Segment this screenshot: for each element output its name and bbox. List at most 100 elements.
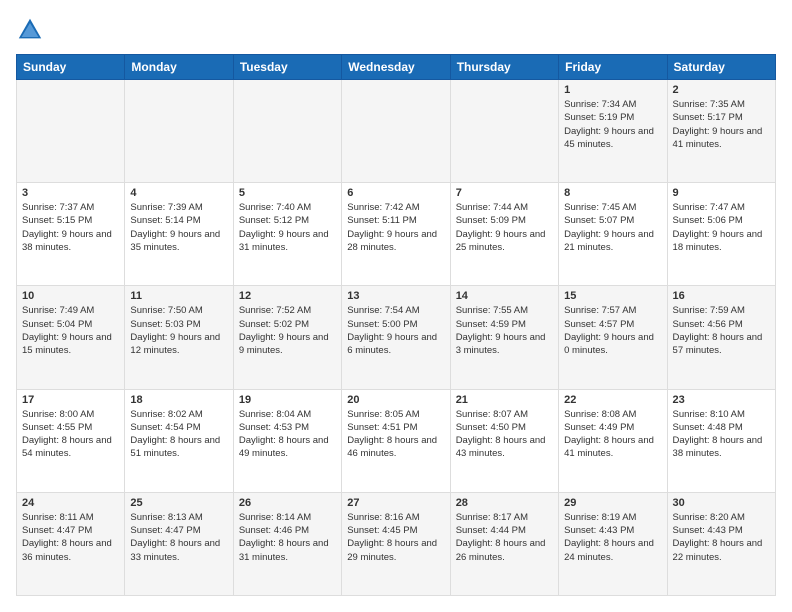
calendar-cell: 6 Sunrise: 7:42 AMSunset: 5:11 PMDaylight…: [342, 183, 450, 286]
calendar-cell: 21 Sunrise: 8:07 AMSunset: 4:50 PMDayligh…: [450, 389, 558, 492]
day-info: Sunrise: 7:54 AMSunset: 5:00 PMDaylight:…: [347, 304, 444, 357]
day-info: Sunrise: 8:20 AMSunset: 4:43 PMDaylight:…: [673, 511, 770, 564]
day-info: Sunrise: 8:08 AMSunset: 4:49 PMDaylight:…: [564, 408, 661, 461]
calendar-cell: 27 Sunrise: 8:16 AMSunset: 4:45 PMDayligh…: [342, 492, 450, 595]
day-number: 22: [564, 394, 661, 406]
day-number: 11: [130, 290, 227, 302]
calendar-cell: 1 Sunrise: 7:34 AMSunset: 5:19 PMDaylight…: [559, 80, 667, 183]
weekday-header-row: SundayMondayTuesdayWednesdayThursdayFrid…: [17, 55, 776, 80]
calendar-cell: 7 Sunrise: 7:44 AMSunset: 5:09 PMDaylight…: [450, 183, 558, 286]
calendar-week-4: 17 Sunrise: 8:00 AMSunset: 4:55 PMDayligh…: [17, 389, 776, 492]
calendar-cell: [233, 80, 341, 183]
day-number: 13: [347, 290, 444, 302]
weekday-header-friday: Friday: [559, 55, 667, 80]
header: [16, 16, 776, 44]
day-info: Sunrise: 7:37 AMSunset: 5:15 PMDaylight:…: [22, 201, 119, 254]
calendar-cell: 22 Sunrise: 8:08 AMSunset: 4:49 PMDayligh…: [559, 389, 667, 492]
day-number: 28: [456, 497, 553, 509]
day-number: 18: [130, 394, 227, 406]
day-number: 10: [22, 290, 119, 302]
calendar-cell: 4Sunrise: 7:39 AMSunset: 5:14 PMDaylight…: [125, 183, 233, 286]
day-info: Sunrise: 8:00 AMSunset: 4:55 PMDaylight:…: [22, 408, 119, 461]
day-number: 29: [564, 497, 661, 509]
day-number: 27: [347, 497, 444, 509]
day-info: Sunrise: 8:16 AMSunset: 4:45 PMDaylight:…: [347, 511, 444, 564]
day-info: Sunrise: 7:50 AMSunset: 5:03 PMDaylight:…: [130, 304, 227, 357]
day-info: Sunrise: 8:14 AMSunset: 4:46 PMDaylight:…: [239, 511, 336, 564]
calendar-cell: 2Sunrise: 7:35 AMSunset: 5:17 PMDaylight…: [667, 80, 775, 183]
calendar-table: SundayMondayTuesdayWednesdayThursdayFrid…: [16, 54, 776, 596]
day-info: Sunrise: 8:02 AMSunset: 4:54 PMDaylight:…: [130, 408, 227, 461]
weekday-header-sunday: Sunday: [17, 55, 125, 80]
calendar-week-1: 1 Sunrise: 7:34 AMSunset: 5:19 PMDaylight…: [17, 80, 776, 183]
day-number: 24: [22, 497, 119, 509]
day-number: 7: [456, 187, 553, 199]
calendar-cell: 10 Sunrise: 7:49 AMSunset: 5:04 PMDayligh…: [17, 286, 125, 389]
day-number: 9: [673, 187, 770, 199]
day-number: 26: [239, 497, 336, 509]
weekday-header-wednesday: Wednesday: [342, 55, 450, 80]
day-info: Sunrise: 7:42 AMSunset: 5:11 PMDaylight:…: [347, 201, 444, 254]
day-number: 8: [564, 187, 661, 199]
calendar-cell: 17 Sunrise: 8:00 AMSunset: 4:55 PMDayligh…: [17, 389, 125, 492]
calendar-cell: [450, 80, 558, 183]
day-info: Sunrise: 7:49 AMSunset: 5:04 PMDaylight:…: [22, 304, 119, 357]
day-info: Sunrise: 7:44 AMSunset: 5:09 PMDaylight:…: [456, 201, 553, 254]
calendar-cell: 20 Sunrise: 8:05 AMSunset: 4:51 PMDayligh…: [342, 389, 450, 492]
day-info: Sunrise: 8:07 AMSunset: 4:50 PMDaylight:…: [456, 408, 553, 461]
calendar-cell: 9 Sunrise: 7:47 AMSunset: 5:06 PMDaylight…: [667, 183, 775, 286]
day-info: Sunrise: 8:19 AMSunset: 4:43 PMDaylight:…: [564, 511, 661, 564]
day-info: Sunrise: 8:10 AMSunset: 4:48 PMDaylight:…: [673, 408, 770, 461]
day-number: 12: [239, 290, 336, 302]
logo-icon: [16, 16, 44, 44]
day-number: 16: [673, 290, 770, 302]
calendar-week-3: 10 Sunrise: 7:49 AMSunset: 5:04 PMDayligh…: [17, 286, 776, 389]
calendar-cell: 19 Sunrise: 8:04 AMSunset: 4:53 PMDayligh…: [233, 389, 341, 492]
calendar-cell: 14Sunrise: 7:55 AMSunset: 4:59 PMDayligh…: [450, 286, 558, 389]
day-number: 14: [456, 290, 553, 302]
day-number: 19: [239, 394, 336, 406]
day-number: 15: [564, 290, 661, 302]
page: SundayMondayTuesdayWednesdayThursdayFrid…: [0, 0, 792, 612]
calendar-cell: 12 Sunrise: 7:52 AMSunset: 5:02 PMDayligh…: [233, 286, 341, 389]
calendar-cell: 3 Sunrise: 7:37 AMSunset: 5:15 PMDaylight…: [17, 183, 125, 286]
day-number: 30: [673, 497, 770, 509]
calendar-week-5: 24 Sunrise: 8:11 AMSunset: 4:47 PMDayligh…: [17, 492, 776, 595]
calendar-cell: [17, 80, 125, 183]
day-info: Sunrise: 7:59 AMSunset: 4:56 PMDaylight:…: [673, 304, 770, 357]
calendar-cell: 24 Sunrise: 8:11 AMSunset: 4:47 PMDayligh…: [17, 492, 125, 595]
day-number: 1: [564, 84, 661, 96]
calendar-cell: 29 Sunrise: 8:19 AMSunset: 4:43 PMDayligh…: [559, 492, 667, 595]
day-number: 25: [130, 497, 227, 509]
calendar: SundayMondayTuesdayWednesdayThursdayFrid…: [16, 54, 776, 596]
calendar-cell: 25 Sunrise: 8:13 AMSunset: 4:47 PMDayligh…: [125, 492, 233, 595]
day-number: 3: [22, 187, 119, 199]
calendar-cell: 15 Sunrise: 7:57 AMSunset: 4:57 PMDayligh…: [559, 286, 667, 389]
day-info: Sunrise: 7:57 AMSunset: 4:57 PMDaylight:…: [564, 304, 661, 357]
day-info: Sunrise: 8:13 AMSunset: 4:47 PMDaylight:…: [130, 511, 227, 564]
calendar-cell: 26 Sunrise: 8:14 AMSunset: 4:46 PMDayligh…: [233, 492, 341, 595]
day-info: Sunrise: 8:04 AMSunset: 4:53 PMDaylight:…: [239, 408, 336, 461]
weekday-header-tuesday: Tuesday: [233, 55, 341, 80]
day-info: Sunrise: 8:05 AMSunset: 4:51 PMDaylight:…: [347, 408, 444, 461]
day-number: 20: [347, 394, 444, 406]
day-number: 21: [456, 394, 553, 406]
day-info: Sunrise: 7:34 AMSunset: 5:19 PMDaylight:…: [564, 98, 661, 151]
weekday-header-thursday: Thursday: [450, 55, 558, 80]
day-info: Sunrise: 7:47 AMSunset: 5:06 PMDaylight:…: [673, 201, 770, 254]
day-info: Sunrise: 8:11 AMSunset: 4:47 PMDaylight:…: [22, 511, 119, 564]
day-info: Sunrise: 7:45 AMSunset: 5:07 PMDaylight:…: [564, 201, 661, 254]
calendar-cell: 23 Sunrise: 8:10 AMSunset: 4:48 PMDayligh…: [667, 389, 775, 492]
calendar-cell: 11 Sunrise: 7:50 AMSunset: 5:03 PMDayligh…: [125, 286, 233, 389]
weekday-header-monday: Monday: [125, 55, 233, 80]
day-number: 5: [239, 187, 336, 199]
weekday-header-saturday: Saturday: [667, 55, 775, 80]
calendar-week-2: 3 Sunrise: 7:37 AMSunset: 5:15 PMDaylight…: [17, 183, 776, 286]
calendar-cell: [342, 80, 450, 183]
calendar-cell: 18 Sunrise: 8:02 AMSunset: 4:54 PMDayligh…: [125, 389, 233, 492]
day-number: 6: [347, 187, 444, 199]
day-number: 23: [673, 394, 770, 406]
day-info: Sunrise: 7:35 AMSunset: 5:17 PMDaylight:…: [673, 98, 770, 151]
day-number: 17: [22, 394, 119, 406]
day-info: Sunrise: 7:52 AMSunset: 5:02 PMDaylight:…: [239, 304, 336, 357]
